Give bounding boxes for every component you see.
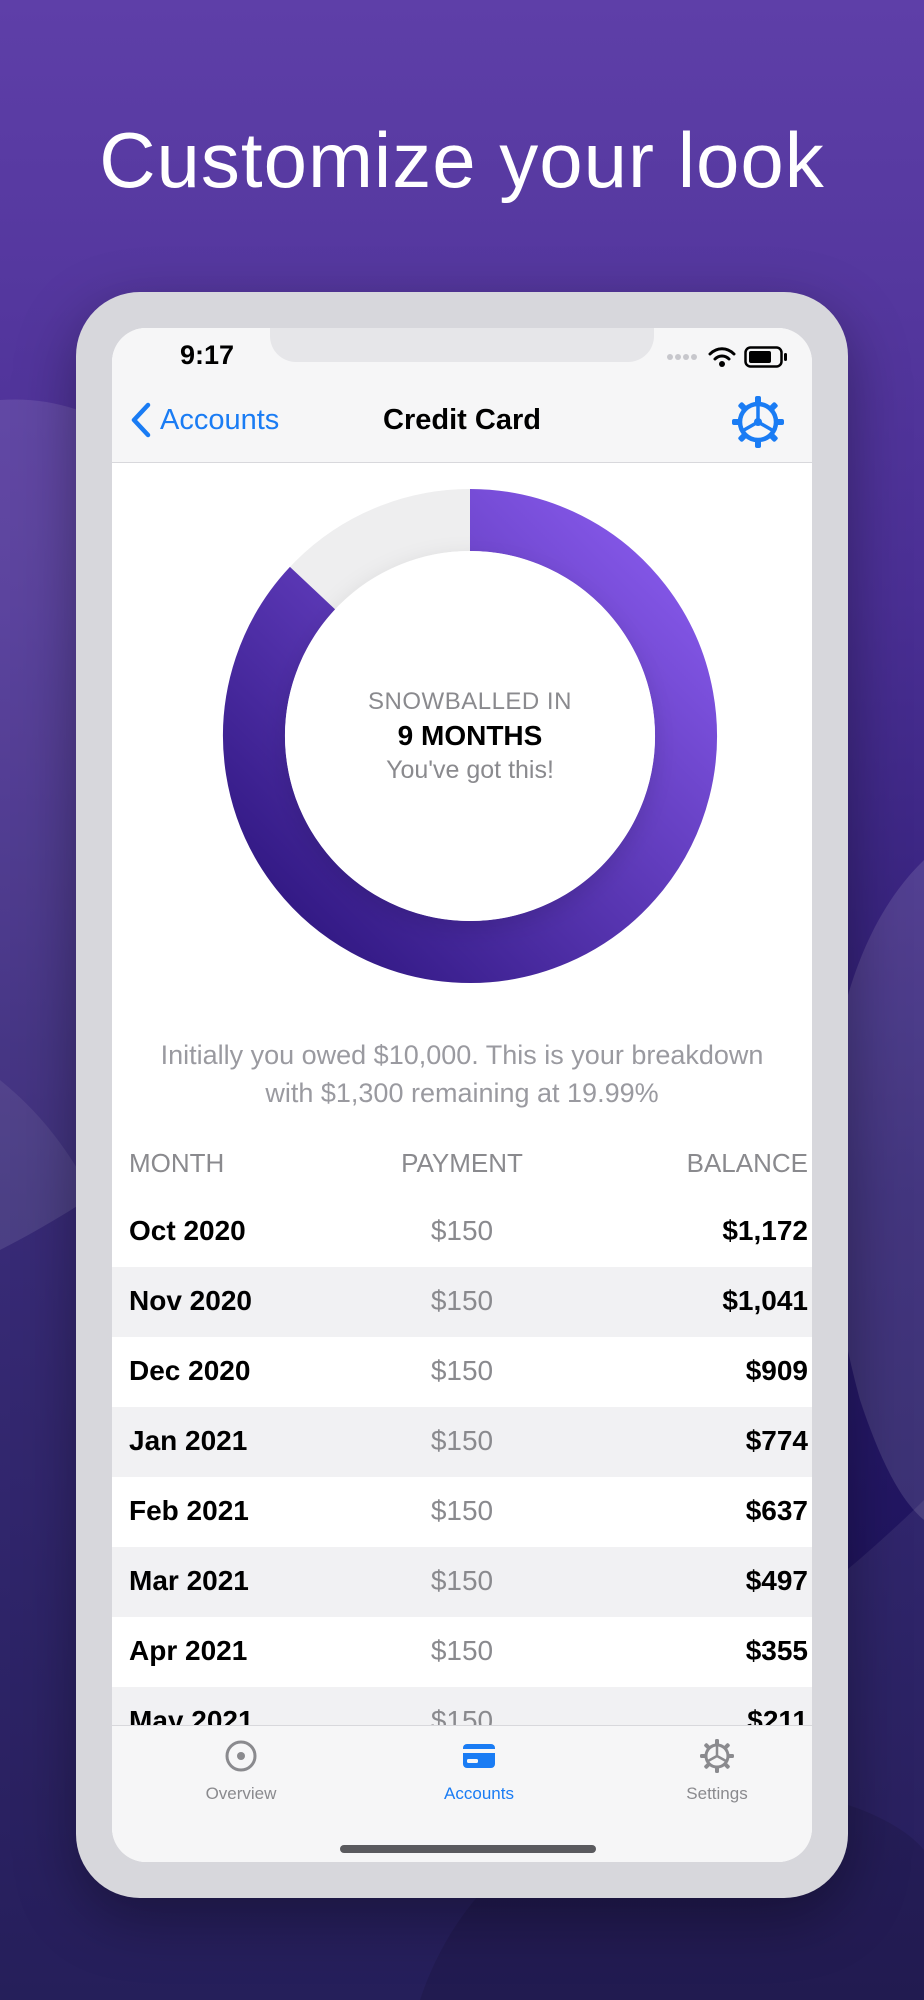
signal-dots-icon (667, 354, 697, 360)
tab-bar: Overview Accounts Settings (112, 1725, 812, 1862)
payment-schedule: Oct 2020 $150 $1,172 Nov 2020 $150 $1,04… (112, 1197, 812, 1757)
table-row: Jan 2021 $150 $774 (112, 1407, 812, 1477)
gear-icon (700, 1739, 734, 1773)
row-payment: $150 (430, 1425, 494, 1456)
tab-overview-label: Overview (205, 1784, 277, 1803)
row-month: Jan 2021 (129, 1425, 248, 1456)
home-indicator (340, 1845, 596, 1853)
page-title: Credit Card (383, 404, 541, 436)
table-row: Mar 2021 $150 $497 (112, 1547, 812, 1617)
progress-ring-label: SNOWBALLED IN 9 MONTHS You've got this! (222, 488, 718, 984)
table-header: MONTH PAYMENT BALANCE (112, 1148, 812, 1192)
row-month: Dec 2020 (129, 1355, 251, 1386)
row-month: Apr 2021 (129, 1635, 248, 1666)
row-balance: $909 (745, 1355, 808, 1386)
navigation-bar: Accounts Credit Card (112, 380, 812, 463)
row-payment: $150 (430, 1215, 494, 1246)
wifi-icon (708, 347, 736, 367)
app-screen: 9:17 Accounts Credit Card SNOWBALLED IN … (112, 328, 812, 1862)
tab-settings[interactable]: Settings (617, 1738, 812, 1808)
table-row: Oct 2020 $150 $1,172 (112, 1197, 812, 1267)
table-row: Feb 2021 $150 $637 (112, 1477, 812, 1547)
row-balance: $355 (745, 1635, 808, 1666)
row-payment: $150 (430, 1635, 494, 1666)
target-icon (225, 1740, 257, 1772)
battery-icon (744, 346, 787, 368)
row-month: Nov 2020 (129, 1285, 252, 1316)
table-row: Nov 2020 $150 $1,041 (112, 1267, 812, 1337)
progress-encouragement: You've got this! (386, 755, 554, 784)
headline: Customize your look (99, 116, 825, 204)
column-header-balance: BALANCE (686, 1148, 808, 1178)
row-balance: $774 (745, 1425, 808, 1456)
table-row: Dec 2020 $150 $909 (112, 1337, 812, 1407)
status-time: 9:17 (180, 340, 235, 370)
row-month: Feb 2021 (129, 1495, 249, 1526)
row-payment: $150 (430, 1495, 494, 1526)
row-balance: $1,041 (722, 1285, 808, 1316)
tab-accounts-label: Accounts (444, 1784, 514, 1803)
row-month: Mar 2021 (129, 1565, 249, 1596)
column-header-payment: PAYMENT (401, 1148, 523, 1178)
column-header-month: MONTH (129, 1148, 225, 1178)
row-payment: $150 (430, 1565, 494, 1596)
notch (270, 328, 654, 362)
row-payment: $150 (430, 1355, 494, 1386)
row-balance: $637 (745, 1495, 808, 1526)
status-icons (666, 342, 788, 372)
tab-overview[interactable]: Overview (141, 1738, 341, 1808)
settings-gear-icon[interactable] (730, 394, 786, 450)
progress-months: 9 MONTHS (397, 719, 543, 751)
row-payment: $150 (430, 1285, 494, 1316)
table-row: Apr 2021 $150 $355 (112, 1617, 812, 1687)
debt-summary: Initially you owed $10,000. This is your… (160, 1040, 764, 1108)
row-month: Oct 2020 (129, 1215, 246, 1246)
phone-frame: 9:17 Accounts Credit Card SNOWBALLED IN … (76, 292, 848, 1898)
row-balance: $497 (745, 1565, 808, 1596)
row-balance: $1,172 (722, 1215, 808, 1246)
progress-caption: SNOWBALLED IN (368, 687, 572, 715)
tab-accounts[interactable]: Accounts (379, 1738, 579, 1808)
credit-card-icon (463, 1744, 495, 1768)
tab-settings-label: Settings (686, 1784, 748, 1803)
